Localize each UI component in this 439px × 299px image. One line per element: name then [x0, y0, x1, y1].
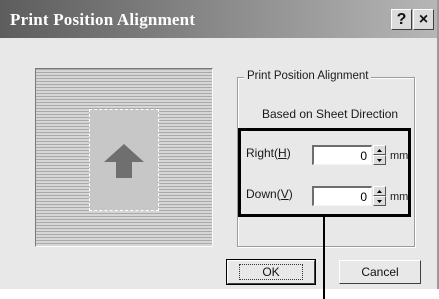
sheet-preview — [35, 68, 213, 247]
ok-button[interactable]: OK — [226, 259, 316, 285]
sheet-direction-label: Based on Sheet Direction — [262, 107, 399, 121]
title-bar[interactable]: Print Position Alignment ? × — [0, 0, 437, 38]
up-arrow-icon — [104, 144, 144, 178]
close-button[interactable]: × — [413, 9, 434, 30]
callout-leader-line — [323, 217, 325, 299]
cancel-button[interactable]: Cancel — [339, 260, 421, 284]
help-icon: ? — [396, 10, 407, 28]
print-area-outline — [89, 109, 159, 211]
callout-highlight-box — [238, 128, 411, 217]
dialog-title: Print Position Alignment — [10, 10, 196, 29]
close-icon: × — [418, 10, 429, 28]
group-box-label: Print Position Alignment — [244, 70, 372, 82]
help-button[interactable]: ? — [391, 9, 412, 30]
